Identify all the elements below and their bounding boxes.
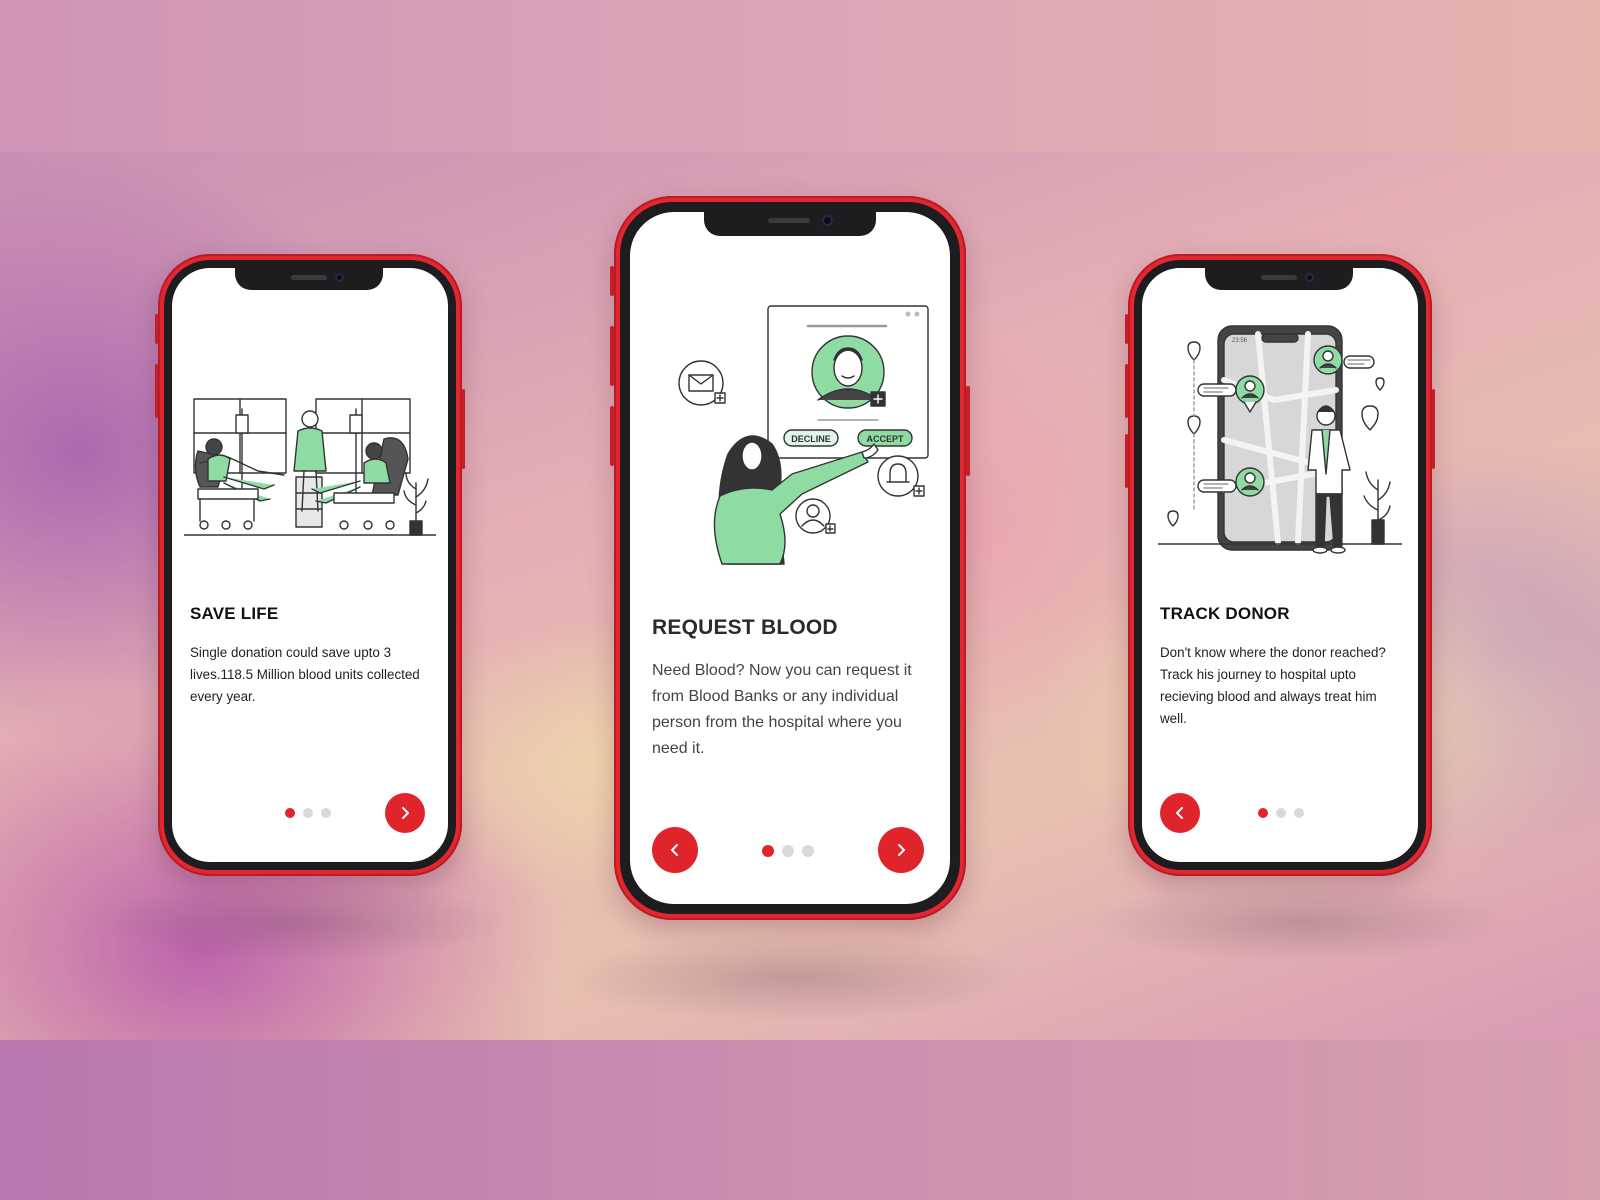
speaker-grille xyxy=(768,218,810,223)
side-button xyxy=(610,406,614,466)
pager-dot[interactable] xyxy=(303,808,313,818)
pager-dots xyxy=(1258,808,1304,818)
side-button xyxy=(155,364,158,418)
screen-title: REQUEST BLOOD xyxy=(652,616,838,639)
phone-shadow-right xyxy=(1090,882,1510,962)
phone-center: DECLINE ACCEPT REQUEST BLOOD Need Blood?… xyxy=(610,196,970,920)
screen-save-life: SAVE LIFE Single donation could save upt… xyxy=(172,268,448,862)
accept-label: ACCEPT xyxy=(866,434,904,444)
phone-shadow-left xyxy=(90,882,510,962)
side-button xyxy=(462,389,465,469)
screen-description: Single donation could save upto 3 lives.… xyxy=(190,645,420,704)
pager-dot[interactable] xyxy=(802,845,814,857)
pager-dots xyxy=(285,808,331,818)
camera-dot xyxy=(1305,273,1314,282)
phone-right: 23:56 TRACK DONOR Don't know where the d… xyxy=(1125,254,1435,876)
back-button[interactable] xyxy=(652,827,698,873)
side-button xyxy=(1125,364,1128,418)
chevron-left-icon xyxy=(1176,807,1183,819)
phone-notch xyxy=(704,212,876,236)
side-button xyxy=(155,314,158,344)
track-donor-illustration: 23:56 xyxy=(1158,325,1402,554)
chevron-left-icon xyxy=(671,844,678,856)
mockup-scene: SAVE LIFE Single donation could save upt… xyxy=(0,152,1600,1040)
phone-notch xyxy=(1205,268,1353,290)
screen-track-donor: 23:56 TRACK DONOR Don't know where the d… xyxy=(1142,268,1418,862)
side-button xyxy=(610,326,614,386)
side-button xyxy=(1432,389,1435,469)
decline-label: DECLINE xyxy=(791,434,831,444)
screen-request-blood: DECLINE ACCEPT REQUEST BLOOD Need Blood?… xyxy=(630,212,950,904)
map-phone-clock: 23:56 xyxy=(1232,338,1248,344)
side-button xyxy=(966,386,970,476)
speaker-grille xyxy=(1261,275,1297,280)
next-button[interactable] xyxy=(385,793,425,833)
side-button xyxy=(610,266,614,296)
phone-notch xyxy=(235,268,383,290)
pager-dot-active[interactable] xyxy=(285,808,295,818)
pager-dot-active[interactable] xyxy=(1258,808,1268,818)
pager-dot[interactable] xyxy=(782,845,794,857)
speaker-grille xyxy=(291,275,327,280)
back-button[interactable] xyxy=(1160,793,1200,833)
camera-dot xyxy=(335,273,344,282)
blood-donation-illustration xyxy=(184,398,436,536)
side-button xyxy=(1125,434,1128,488)
pager-dot[interactable] xyxy=(321,808,331,818)
phone-left: SAVE LIFE Single donation could save upt… xyxy=(155,254,465,876)
pager-dot[interactable] xyxy=(1294,808,1304,818)
background-band-top xyxy=(0,0,1600,152)
pager-dot[interactable] xyxy=(1276,808,1286,818)
phone-shadow-center xyxy=(560,932,1020,1022)
screen-description: Don't know where the donor reached? Trac… xyxy=(1160,645,1386,726)
next-button[interactable] xyxy=(878,827,924,873)
background-band-bottom xyxy=(0,1040,1600,1200)
chevron-right-icon xyxy=(402,807,409,819)
chevron-right-icon xyxy=(898,844,905,856)
screen-title: TRACK DONOR xyxy=(1160,604,1290,623)
screen-description: Need Blood? Now you can request it from … xyxy=(652,662,912,757)
request-blood-illustration: DECLINE ACCEPT xyxy=(678,305,929,565)
camera-dot xyxy=(822,215,833,226)
screen-title: SAVE LIFE xyxy=(190,604,279,623)
side-button xyxy=(1125,314,1128,344)
pager-dot-active[interactable] xyxy=(762,845,774,857)
pager-dots xyxy=(762,845,814,857)
